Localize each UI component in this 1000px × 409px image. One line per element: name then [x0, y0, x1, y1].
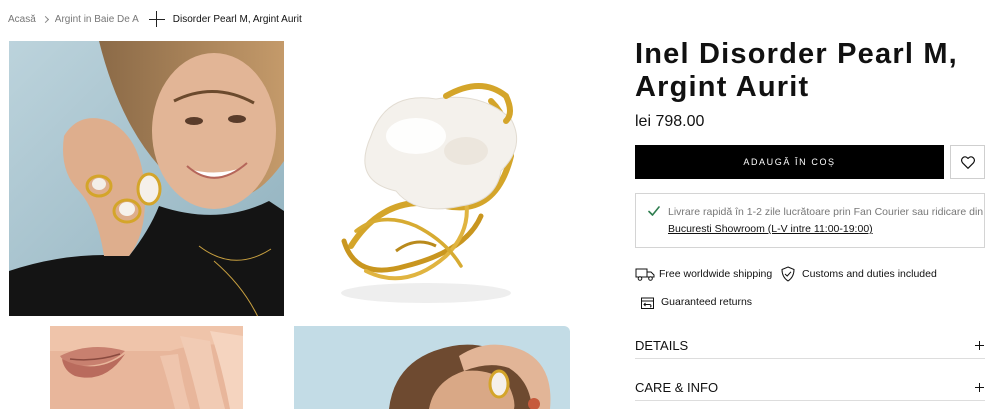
showroom-link[interactable]: Bucuresti Showroom (L-V intre 11:00-19:0…	[668, 223, 873, 235]
breadcrumb-home[interactable]: Acasă	[8, 14, 36, 25]
delivery-info-box: Livrare rapidă în 1-2 zile lucrătoare pr…	[635, 193, 985, 248]
feature-shipping-label: Free worldwide shipping	[659, 268, 773, 280]
ring-illustration	[296, 41, 570, 316]
breadcrumb-current: Disorder Pearl M, Argint Aurit	[172, 13, 302, 25]
feature-customs-label: Customs and duties included	[802, 268, 937, 280]
accordion-care-info[interactable]: CARE & INFO	[635, 375, 985, 401]
product-image-hand-ring[interactable]	[294, 326, 570, 409]
plus-icon	[975, 341, 984, 350]
model-portrait-illustration	[9, 41, 284, 316]
hand-ring-illustration	[294, 326, 570, 409]
product-image-lips-closeup[interactable]	[50, 326, 243, 409]
breadcrumb: Acasă Argint in Baie De Aur Disorder Pea…	[8, 10, 302, 28]
box-return-icon	[640, 297, 654, 309]
product-title: Inel Disorder Pearl M, Argint Aurit	[635, 38, 958, 103]
feature-shipping: Free worldwide shipping	[635, 266, 772, 282]
plus-icon	[975, 383, 984, 392]
delivery-text: Livrare rapidă în 1-2 zile lucrătoare pr…	[668, 206, 984, 218]
product-image-ring[interactable]	[296, 41, 570, 316]
lips-closeup-illustration	[50, 326, 243, 409]
chevron-right-icon	[41, 15, 49, 23]
heart-icon	[960, 155, 975, 169]
feature-customs: Customs and duties included	[778, 266, 937, 282]
accordion-details[interactable]: DETAILS	[635, 333, 985, 359]
plus-icon[interactable]	[148, 11, 165, 27]
feature-returns: Guaranteed returns	[637, 294, 752, 310]
check-icon	[648, 206, 660, 216]
wishlist-button[interactable]	[950, 145, 985, 179]
accordion-care-label: CARE & INFO	[635, 380, 719, 395]
add-to-cart-button[interactable]: ADAUGĂ ÎN COȘ	[635, 145, 944, 179]
truck-icon	[635, 268, 655, 281]
product-price: lei 798.00	[635, 113, 705, 130]
accordion-details-label: DETAILS	[635, 338, 689, 353]
breadcrumb-category[interactable]: Argint in Baie De Aur	[55, 14, 139, 25]
shield-check-icon	[781, 266, 795, 282]
feature-returns-label: Guaranteed returns	[661, 296, 753, 308]
product-image-model-portrait[interactable]	[9, 41, 284, 316]
